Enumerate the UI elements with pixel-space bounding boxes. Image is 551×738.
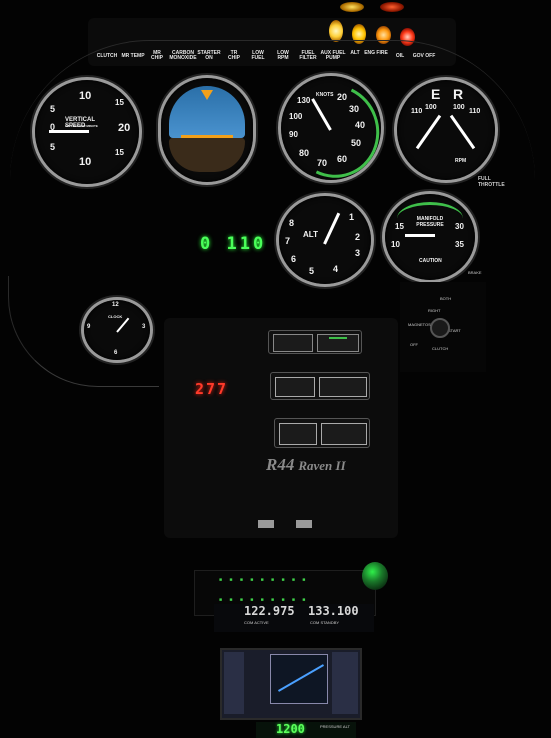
alt-mark: 6 [291,254,297,264]
airspeed-mark: 40 [355,120,366,130]
altimeter: ALT 8 7 6 5 4 3 2 1 [279,196,371,284]
digital-readout-red: 277 [195,380,229,398]
vsi-subtitle: 100 FEET PER MINUTE [65,124,98,128]
airspeed-mark: 50 [351,138,362,148]
mp-mark: 35 [455,240,464,249]
tach-needle [415,114,442,150]
lever[interactable] [258,520,274,528]
alt-mark: 1 [349,212,355,222]
model-badge-suffix: Raven II [298,458,346,473]
switch-label: OFF [410,342,418,347]
full-throttle-label: FULL THROTTLE [478,176,505,188]
switch-label: BRAKE [468,270,482,275]
alt-mark: 2 [355,232,361,242]
airspeed-mark: 70 [317,158,328,168]
model-badge: R44 Raven II [266,455,386,475]
gps-left-panel [224,652,244,714]
radio-display: 122.975 COM ACTIVE 133.100 COM STANDBY [214,604,374,632]
gps-display [220,648,362,720]
tach-mark: 110 [469,108,481,115]
airspeed-mark: 20 [337,92,348,102]
warning-lamp [340,2,364,12]
mp-caution: CAUTION [419,258,442,264]
mini-gauge [279,423,317,445]
vsi-needle [49,130,89,133]
alt-mark: 8 [289,218,295,228]
airspeed-mark: 100 [289,112,303,121]
mp-mark: 10 [391,240,400,249]
tach-letter-e: E [431,86,441,102]
cockpit-photo: CLUTCH MR TEMP MR CHIP CARBON MONOXIDE S… [0,0,551,738]
vsi-mark: 5 [50,142,56,152]
airspeed-indicator: KNOTS 20 30 40 50 60 70 80 90 100 130 [275,71,393,191]
airspeed-mark: 130 [297,96,311,105]
airspeed-title: KNOTS [316,92,334,98]
vertical-speed-gauge: VERTICAL SPEED 100 FEET PER MINUTE 10 20… [35,80,139,184]
attitude-aircraft-symbol [181,135,233,138]
engine-gauge-cluster-bottom [274,418,370,448]
alt-title: ALT [303,230,318,239]
mini-gauge [273,334,313,352]
attitude-pointer [201,90,213,100]
vsi-mark: 5 [50,104,56,114]
alt-mark: 4 [333,264,339,274]
gps-chart-area [270,654,328,704]
tach-mark: 100 [453,104,465,111]
vsi-mark: 15 [115,98,124,107]
attitude-indicator [161,78,253,182]
airspeed-mark: 80 [299,148,310,158]
mini-gauge [319,377,367,397]
standby-frequency: 133.100 [308,604,359,618]
gps-graph-line [277,664,325,692]
tach-needle [449,114,476,150]
alt-mark: 5 [309,266,315,276]
engine-gauge-cluster-top [268,330,362,354]
vsi-mark: 20 [118,122,131,134]
bottom-readout: 1200 PRESSURE ALT [256,722,356,738]
vsi-mark: 10 [79,90,92,102]
vsi-mark: 15 [115,148,124,157]
mp-needle [405,234,435,237]
airspeed-mark: 30 [349,104,360,114]
vsi-mark: 10 [79,156,92,168]
tachometer: E R 110 100 100 110 RPM [397,80,495,180]
tach-mark: 100 [425,104,437,111]
switch-label: BOTH [440,296,452,301]
alt-needle [323,212,341,245]
model-badge-main: R44 [266,455,295,474]
switch-label: RIGHT [428,308,441,313]
tach-unit: RPM [455,158,467,164]
gps-right-panel [332,652,358,714]
ignition-switch[interactable] [430,318,450,338]
airspeed-mark: 90 [289,130,298,139]
lever[interactable] [296,520,312,528]
audio-panel-row: ■ ■ ■ ■ ■ ■ ■ ■ ■ [219,577,309,583]
mini-gauge [321,423,367,445]
alt-mark: 3 [355,248,361,258]
mp-green-arc [397,202,463,235]
warning-lamp [380,2,404,12]
tach-letter-r: R [453,86,464,102]
active-frequency-caption: COM ACTIVE [244,620,269,625]
active-frequency: 122.975 [244,604,295,618]
mini-gauge-pointer [329,337,347,339]
alt-mark: 7 [285,236,291,246]
digital-readout-green: 0 110 [200,234,267,254]
volume-knob[interactable] [362,562,388,590]
tach-mark: 110 [411,108,423,115]
attitude-ground [169,138,245,172]
airspeed-mark: 60 [337,154,348,164]
bottom-readout-value: 1200 [276,722,305,736]
warning-lamp [329,20,343,42]
standby-frequency-caption: COM STANDBY [310,620,340,625]
switch-label: MAGNETOS [408,322,431,327]
manifold-pressure-gauge: MANIFOLD PRESSURE 15 10 30 35 CAUTION [385,194,475,280]
bottom-readout-caption: PRESSURE ALT [320,724,350,729]
control-knob-row [228,522,348,536]
mini-gauge [275,377,315,397]
engine-gauge-cluster-middle [270,372,370,400]
switch-label: CLUTCH [432,346,449,351]
